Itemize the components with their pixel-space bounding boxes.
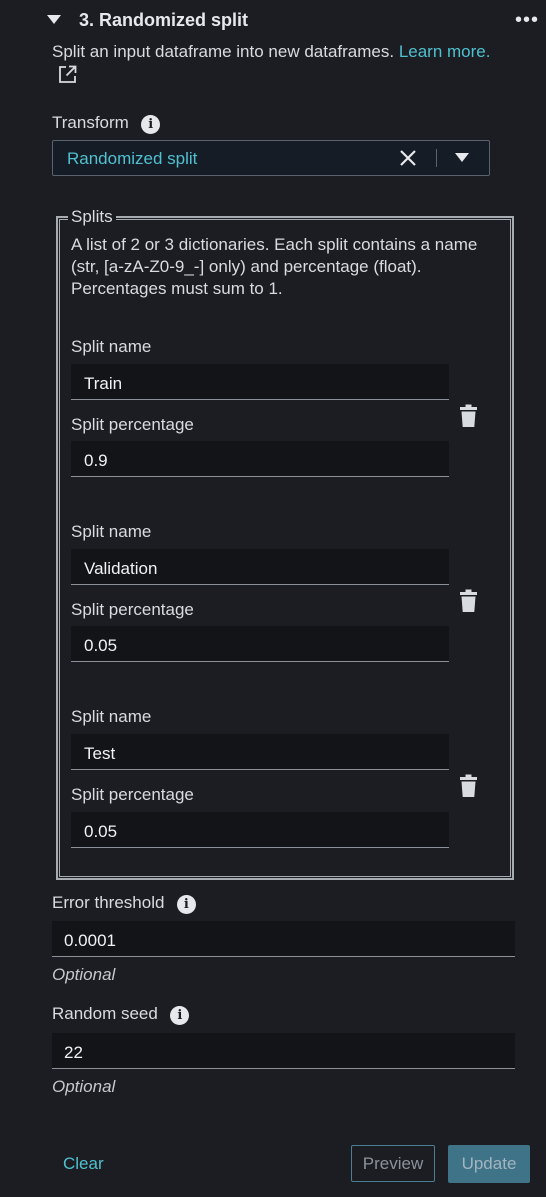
- transform-label: Transform: [52, 113, 129, 132]
- split-name-label: Split name: [71, 707, 152, 726]
- split-name-label: Split name: [71, 522, 152, 541]
- error-threshold-field: Error threshold i: [52, 893, 196, 914]
- split-name-label: Split name: [71, 337, 152, 356]
- section-description: Split an input dataframe into new datafr…: [52, 40, 502, 88]
- split-percentage-input[interactable]: 0.05: [71, 626, 449, 662]
- error-threshold-label: Error threshold: [52, 893, 165, 912]
- split-name-input[interactable]: Train: [71, 364, 449, 400]
- delete-split-trash-icon[interactable]: [459, 774, 478, 798]
- info-icon[interactable]: i: [170, 1006, 190, 1025]
- split-percentage-label: Split percentage: [71, 415, 194, 434]
- clear-selection-icon[interactable]: [399, 149, 417, 167]
- split-percentage-input[interactable]: 0.05: [71, 812, 449, 848]
- error-threshold-hint: Optional: [52, 965, 116, 984]
- description-text: Split an input dataframe into new datafr…: [52, 42, 399, 61]
- split-percentage-label: Split percentage: [71, 600, 194, 619]
- random-seed-hint: Optional: [52, 1077, 116, 1096]
- split-percentage-input[interactable]: 0.9: [71, 441, 449, 477]
- more-options-icon[interactable]: •••: [515, 9, 539, 32]
- transform-select-value: Randomized split: [67, 149, 198, 168]
- select-divider: [436, 149, 437, 167]
- info-icon[interactable]: i: [141, 115, 161, 134]
- random-seed-label: Random seed: [52, 1004, 158, 1023]
- collapse-caret-icon[interactable]: [47, 15, 61, 24]
- delete-split-trash-icon[interactable]: [459, 589, 478, 613]
- splits-help-text: A list of 2 or 3 dictionaries. Each spli…: [71, 235, 478, 298]
- dropdown-arrow-icon[interactable]: [455, 153, 469, 162]
- random-seed-input[interactable]: 22: [52, 1033, 515, 1069]
- learn-more-link[interactable]: Learn more.: [399, 42, 491, 61]
- split-percentage-label: Split percentage: [71, 785, 194, 804]
- split-name-input[interactable]: Validation: [71, 549, 449, 585]
- section-header: 3. Randomized split •••: [0, 0, 546, 44]
- info-icon[interactable]: i: [176, 895, 196, 914]
- delete-split-trash-icon[interactable]: [459, 404, 478, 428]
- splits-fieldset: [56, 216, 514, 880]
- split-name-input[interactable]: Test: [71, 734, 449, 770]
- splits-legend: Splits: [68, 207, 116, 227]
- clear-button[interactable]: Clear: [63, 1154, 104, 1174]
- random-seed-field: Random seed i: [52, 1004, 190, 1025]
- external-link-icon[interactable]: [58, 65, 77, 84]
- section-title: 3. Randomized split: [79, 10, 249, 30]
- transform-select[interactable]: Randomized split: [52, 140, 490, 176]
- error-threshold-input[interactable]: 0.0001: [52, 921, 515, 957]
- preview-button[interactable]: Preview: [351, 1145, 435, 1182]
- update-button[interactable]: Update: [448, 1145, 530, 1183]
- transform-field: Transform i: [52, 113, 161, 134]
